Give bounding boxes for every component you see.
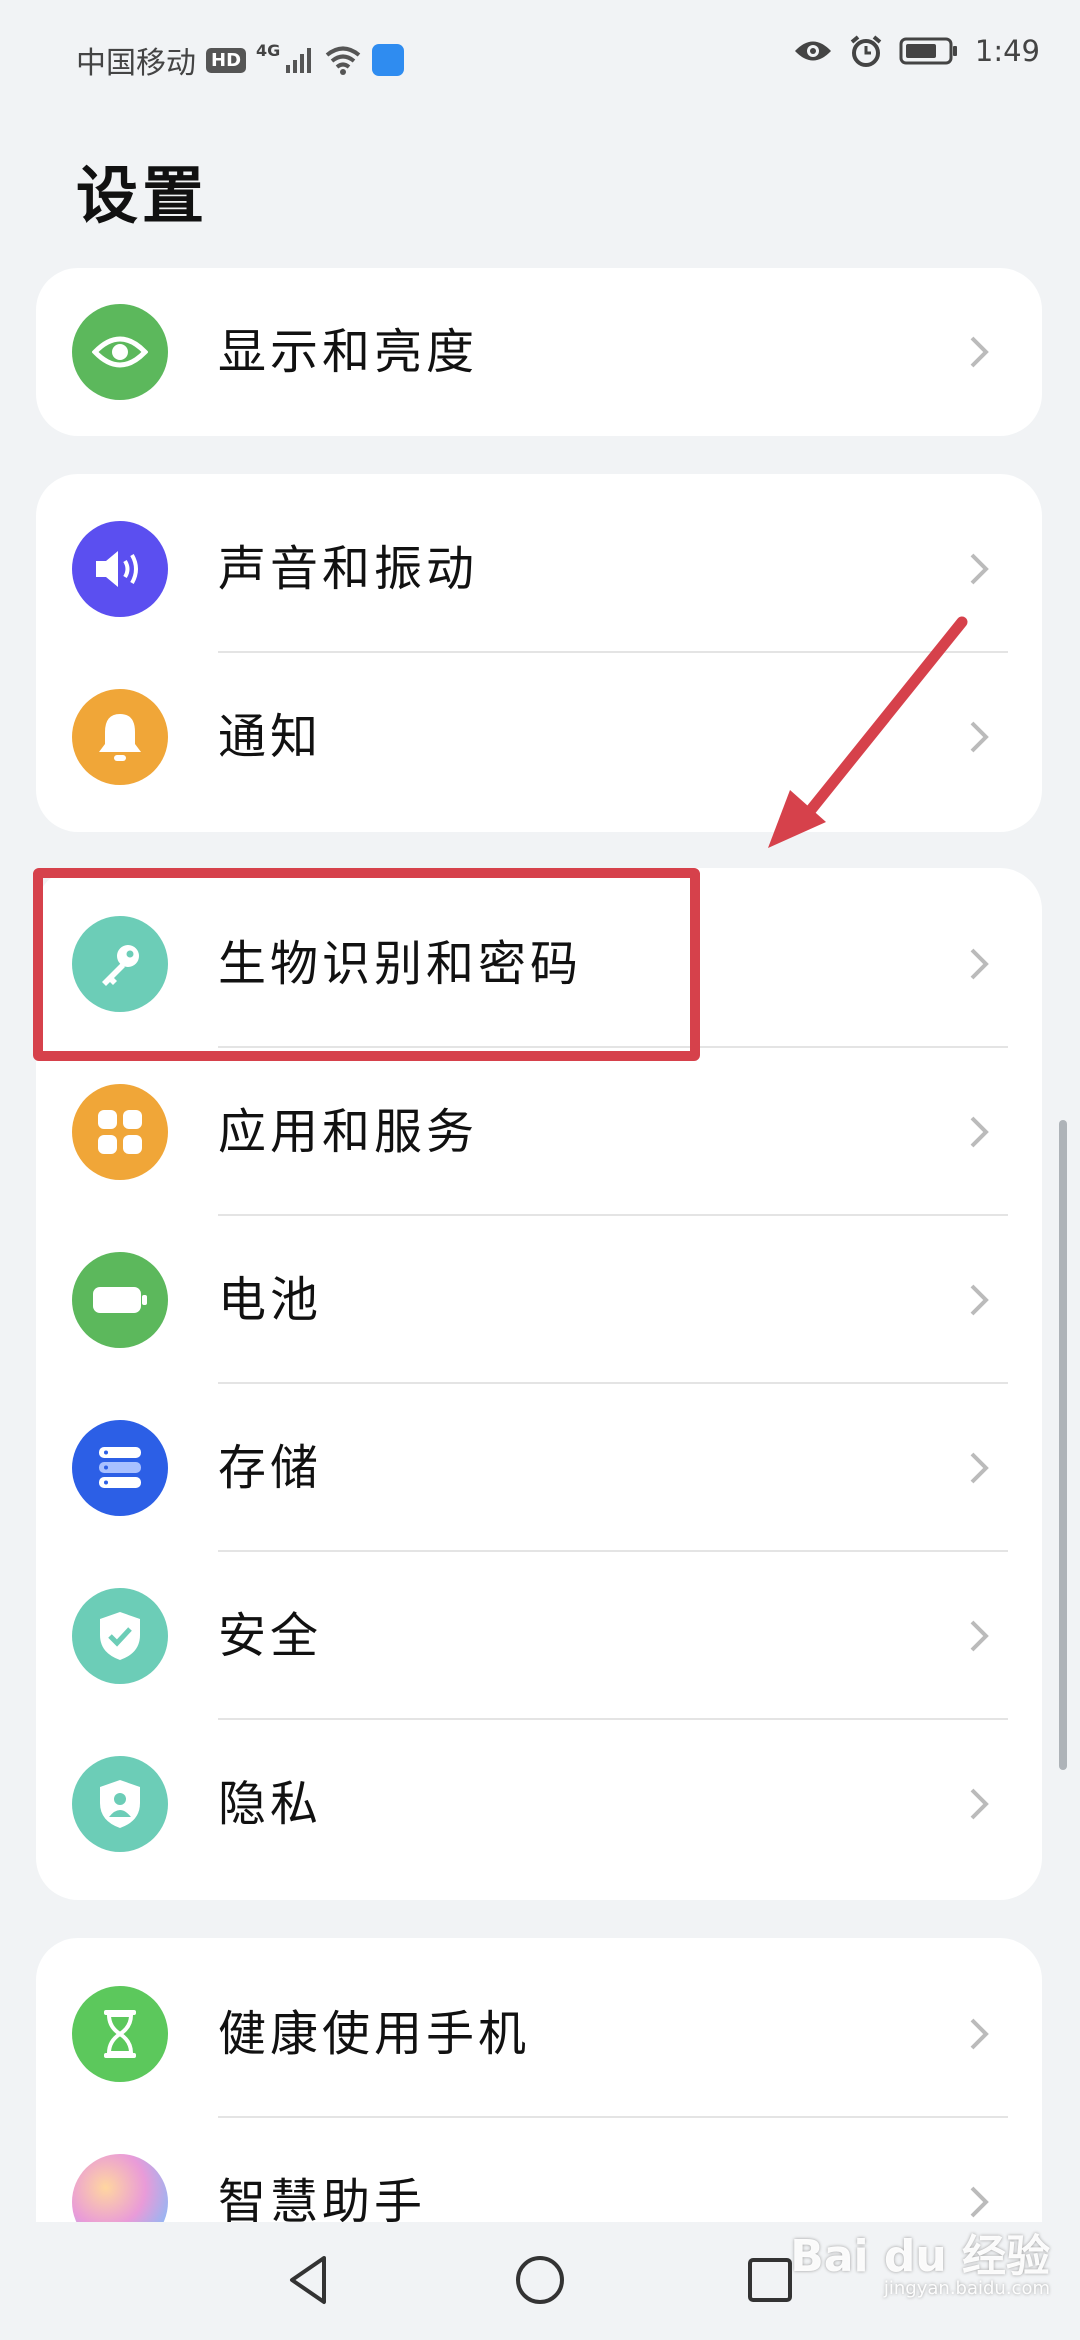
- settings-item-privacy[interactable]: 隐私: [36, 1720, 1042, 1888]
- chevron-right-icon: [970, 2186, 989, 2218]
- settings-item-label: 存储: [218, 1440, 323, 1496]
- settings-item-digital-balance[interactable]: 健康使用手机: [36, 1950, 1042, 2118]
- scrollbar[interactable]: [1059, 1120, 1067, 1770]
- chevron-right-icon: [970, 1284, 989, 1316]
- chevron-right-icon: [970, 2018, 989, 2050]
- settings-item-security[interactable]: 安全: [36, 1552, 1042, 1720]
- apps-icon: [72, 1084, 168, 1180]
- chevron-right-icon: [970, 1116, 989, 1148]
- settings-item-storage[interactable]: 存储: [36, 1384, 1042, 1552]
- settings-group-wellbeing: 健康使用手机 智慧助手: [36, 1938, 1042, 2222]
- home-icon[interactable]: [510, 2250, 570, 2310]
- chevron-right-icon: [970, 1788, 989, 1820]
- settings-item-label: 隐私: [218, 1776, 323, 1832]
- settings-item-battery[interactable]: 电池: [36, 1216, 1042, 1384]
- settings-item-smart-assistant[interactable]: 智慧助手: [36, 2118, 1042, 2222]
- chevron-right-icon: [970, 948, 989, 980]
- settings-item-label: 健康使用手机: [218, 2006, 531, 2062]
- watermark-brand: Bai du 经验: [790, 2231, 1050, 2282]
- back-icon[interactable]: [280, 2250, 340, 2310]
- settings-item-label: 智慧助手: [218, 2174, 427, 2222]
- settings-item-label: 安全: [218, 1608, 323, 1664]
- settings-item-apps-services[interactable]: 应用和服务: [36, 1048, 1042, 1216]
- storage-icon: [72, 1420, 168, 1516]
- shield-check-icon: [72, 1588, 168, 1684]
- chevron-right-icon: [970, 1620, 989, 1652]
- assistant-orb-icon: [72, 2154, 168, 2222]
- annotation-arrow-icon: [768, 616, 968, 848]
- hourglass-icon: [72, 1986, 168, 2082]
- settings-item-label: 应用和服务: [218, 1104, 479, 1160]
- settings-item-label: 电池: [218, 1272, 323, 1328]
- chevron-right-icon: [970, 1452, 989, 1484]
- privacy-shield-icon: [72, 1756, 168, 1852]
- watermark: Bai du 经验 jingyan.baidu.com: [790, 2220, 1050, 2299]
- battery-icon: [72, 1252, 168, 1348]
